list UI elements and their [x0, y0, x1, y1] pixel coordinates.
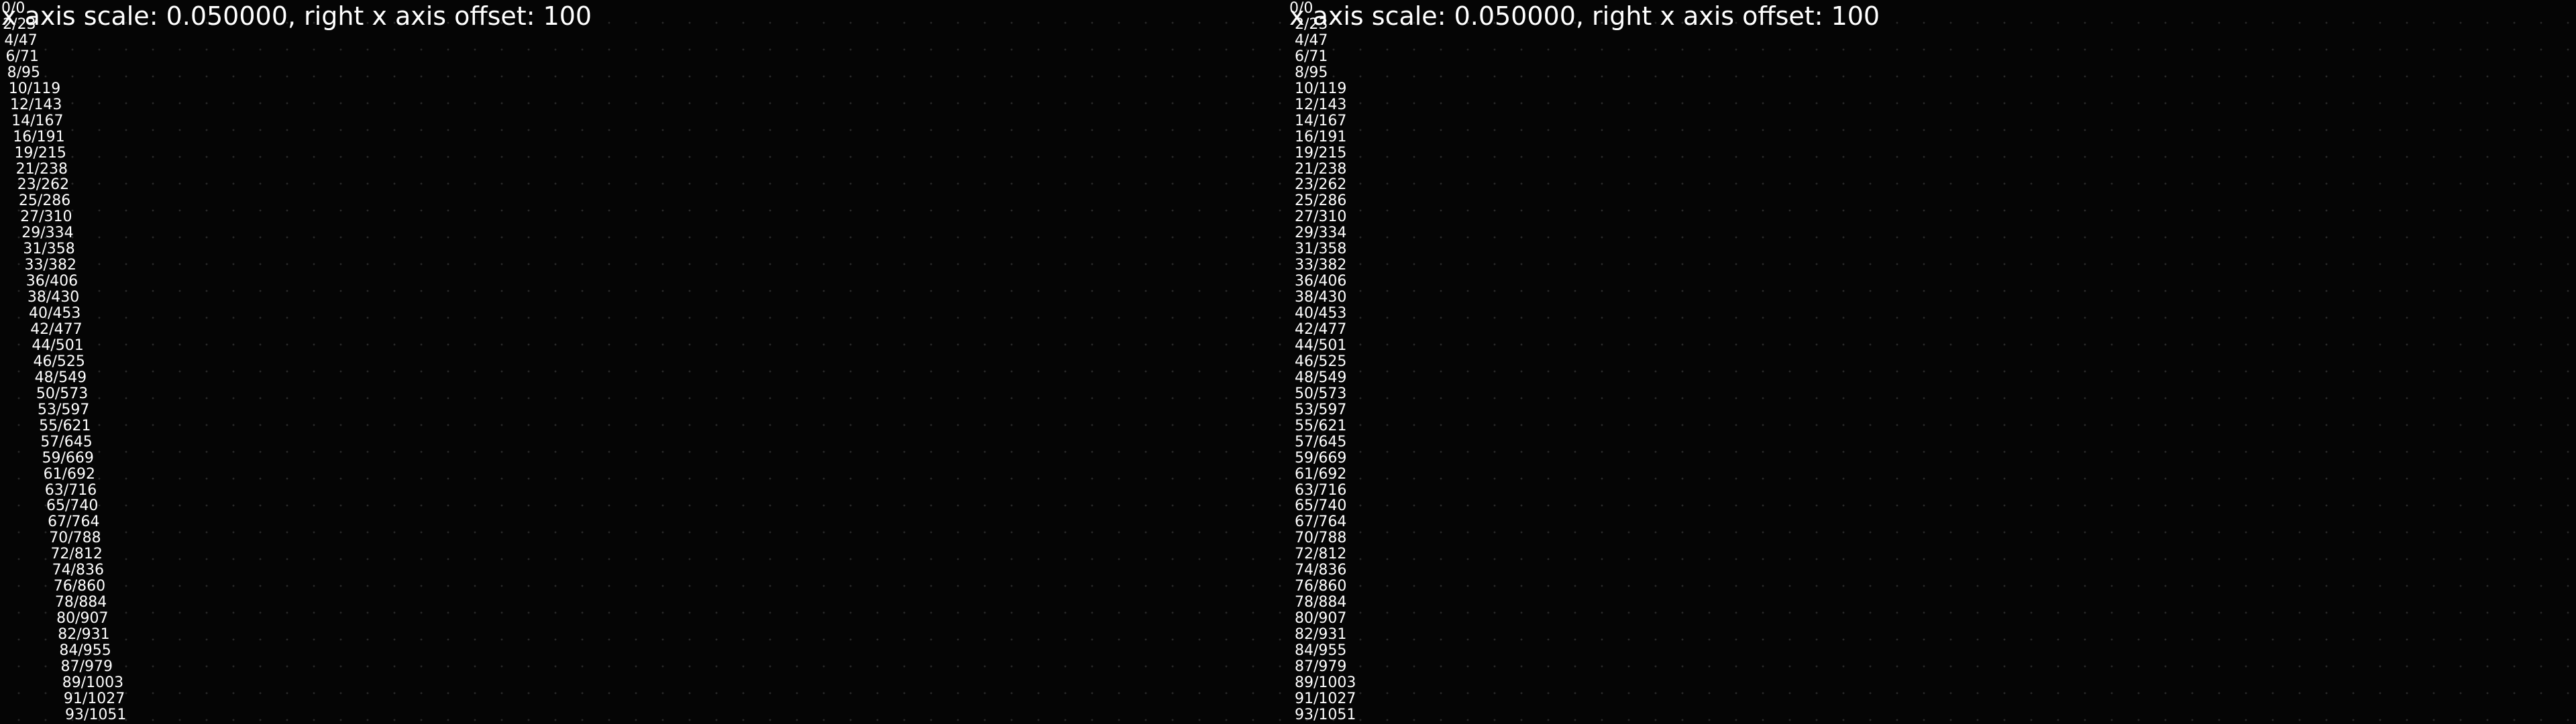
- tick-label: 19/215: [1295, 144, 1347, 162]
- tick-label: 29/334: [1295, 225, 1347, 242]
- tick-label: 67/764: [48, 514, 100, 531]
- tick-label: 67/764: [1295, 514, 1347, 531]
- tick-label: 53/597: [38, 401, 90, 418]
- tick-label: 31/358: [1295, 241, 1347, 258]
- tick-label: 74/836: [52, 562, 104, 579]
- tick-label: 61/692: [43, 465, 96, 483]
- tick-label: 55/621: [1295, 417, 1347, 434]
- tick-label: 40/453: [29, 305, 81, 322]
- tick-label: 42/477: [1295, 321, 1347, 338]
- tick-label: 23/262: [17, 176, 70, 194]
- tick-label: 25/286: [18, 192, 71, 210]
- tick-label: 10/119: [8, 80, 61, 97]
- tick-label: 59/669: [42, 449, 94, 467]
- tick-label: 36/406: [25, 273, 78, 290]
- tick-label: 16/191: [1295, 128, 1347, 145]
- tick-label: 76/860: [53, 578, 106, 595]
- tick-label: 10/119: [1295, 80, 1347, 97]
- tick-label: 29/334: [21, 225, 74, 242]
- tick-label: 59/669: [1295, 449, 1347, 467]
- tick-label: 93/1051: [1295, 706, 1356, 723]
- tick-label: 8/95: [7, 64, 41, 81]
- left-pane-header: x axis scale: 0.050000, right x axis off…: [1, 1, 592, 31]
- tick-label: 78/884: [54, 594, 107, 611]
- tick-label: 8/95: [1295, 64, 1328, 81]
- tick-label: 50/573: [36, 385, 89, 402]
- tick-label: 76/860: [1295, 578, 1347, 595]
- tick-label: 78/884: [1295, 594, 1347, 611]
- tick-label: 25/286: [1295, 192, 1347, 210]
- tick-label: 42/477: [30, 321, 83, 338]
- tick-label: 72/812: [50, 546, 103, 563]
- tick-label: 48/549: [34, 369, 87, 386]
- tick-label: 63/716: [44, 481, 97, 499]
- left-pane: x axis scale: 0.050000, right x axis off…: [0, 0, 1288, 724]
- tick-label: 33/382: [24, 257, 76, 274]
- tick-label: 19/215: [14, 144, 66, 162]
- tick-label: 50/573: [1295, 385, 1347, 402]
- tick-label: 4/47: [1295, 32, 1328, 49]
- debug-viewport: x axis scale: 0.050000, right x axis off…: [0, 0, 2576, 724]
- tick-label: 57/645: [1295, 433, 1347, 450]
- tick-label: 63/716: [1295, 481, 1347, 499]
- tick-label: 4/47: [4, 32, 38, 49]
- tick-label: 14/167: [11, 112, 64, 129]
- tick-label: 12/143: [1295, 96, 1347, 113]
- tick-label: 82/931: [58, 626, 110, 644]
- tick-label: 27/310: [1295, 208, 1347, 226]
- tick-label: 74/836: [1295, 562, 1347, 579]
- tick-label: 72/812: [1295, 546, 1347, 563]
- tick-label: 55/621: [39, 417, 91, 434]
- tick-label: 87/979: [1295, 658, 1347, 675]
- tick-label: 57/645: [40, 433, 93, 450]
- tick-label: 84/955: [59, 642, 111, 659]
- tick-label: 70/788: [49, 530, 101, 547]
- tick-label: 44/501: [1295, 337, 1347, 354]
- tick-label: 80/907: [1295, 610, 1347, 627]
- tick-label: 23/262: [1295, 176, 1347, 194]
- tick-label: 91/1027: [1295, 690, 1356, 707]
- tick-label: 84/955: [1295, 642, 1347, 659]
- tick-label: 65/740: [1295, 497, 1347, 515]
- tick-label: 31/358: [23, 241, 75, 258]
- tick-label: 6/71: [1295, 48, 1328, 65]
- tick-label: 53/597: [1295, 401, 1347, 418]
- tick-label: 82/931: [1295, 626, 1347, 644]
- tick-label: 48/549: [1295, 369, 1347, 386]
- tick-label: 80/907: [56, 610, 109, 627]
- tick-label: 16/191: [13, 128, 65, 145]
- tick-label: 21/238: [1295, 160, 1347, 178]
- tick-label: 27/310: [20, 208, 72, 226]
- tick-label: 65/740: [46, 497, 99, 515]
- tick-label: 40/453: [1295, 305, 1347, 322]
- tick-label: 91/1027: [63, 690, 125, 707]
- tick-label: 46/525: [1295, 353, 1347, 370]
- tick-label: 38/430: [1295, 289, 1347, 306]
- tick-label: 87/979: [60, 658, 113, 675]
- right-pane-header: x axis scale: 0.050000, right x axis off…: [1289, 1, 1880, 31]
- tick-label: 36/406: [1295, 273, 1347, 290]
- tick-label: 46/525: [33, 353, 85, 370]
- right-pane: x axis scale: 0.050000, right x axis off…: [1288, 0, 2576, 724]
- tick-label: 6/71: [5, 48, 39, 65]
- tick-label: 93/1051: [65, 706, 127, 723]
- tick-label: 61/692: [1295, 465, 1347, 483]
- tick-label: 21/238: [15, 160, 68, 178]
- tick-label: 44/501: [32, 337, 84, 354]
- tick-label: 38/430: [27, 289, 80, 306]
- tick-label: 14/167: [1295, 112, 1347, 129]
- tick-label: 89/1003: [62, 674, 124, 691]
- tick-label: 89/1003: [1295, 674, 1356, 691]
- tick-label: 33/382: [1295, 257, 1347, 274]
- tick-label: 70/788: [1295, 530, 1347, 547]
- tick-label: 12/143: [9, 96, 62, 113]
